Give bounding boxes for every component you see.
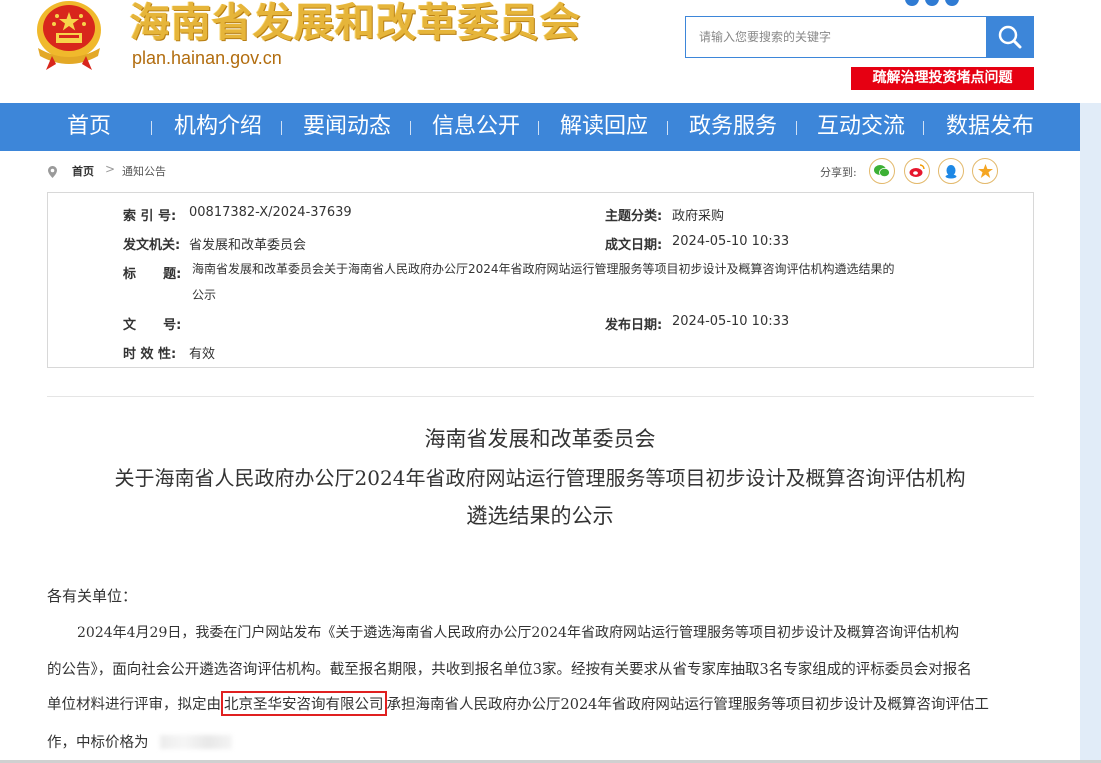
index-label: 索 引 号: bbox=[123, 209, 177, 224]
nav-item-disclosure[interactable]: 信息公开 bbox=[432, 103, 520, 151]
breadcrumb-home[interactable]: 首页 bbox=[72, 163, 94, 179]
site-title[interactable]: 海南省发展和改革委员会 bbox=[130, 0, 581, 46]
article-paragraph-line3: 单位材料进行评审，拟定由 北京圣华安咨询有限公司 承担海南省人民政府办公厅2024年… bbox=[47, 691, 989, 716]
nav-separator bbox=[667, 121, 668, 135]
nav-separator bbox=[538, 121, 539, 135]
nav-separator bbox=[796, 121, 797, 135]
topic-value: 政府采购 bbox=[672, 209, 725, 224]
site-header: 海南省发展和改革委员会 plan.hainan.gov.cn 疏解治理投资堵点问… bbox=[0, 0, 1101, 103]
breadcrumb-separator: > bbox=[105, 162, 116, 176]
promo-banner[interactable]: 疏解治理投资堵点问题 bbox=[851, 67, 1034, 90]
redacted-price bbox=[160, 735, 232, 749]
index-value: 00817382-X/2024-37639 bbox=[189, 205, 352, 220]
article-salutation: 各有关单位： bbox=[47, 587, 138, 605]
nav-item-news[interactable]: 要闻动态 bbox=[303, 103, 391, 151]
article-title-line3: 遴选结果的公示 bbox=[466, 504, 614, 528]
location-pin-icon bbox=[48, 166, 57, 178]
content-divider bbox=[47, 396, 1034, 397]
paragraph-text: 承担海南省人民政府办公厅2024年省政府网站运行管理服务等项目初步设计及概算咨询… bbox=[386, 697, 989, 713]
weibo-icon bbox=[909, 164, 925, 177]
title-value-line1: 海南省发展和改革委员会关于海南省人民政府办公厅2024年省政府网站运行管理服务等… bbox=[192, 262, 895, 276]
share-qzone-button[interactable] bbox=[972, 158, 998, 184]
search-button[interactable] bbox=[986, 16, 1034, 58]
globe-icon[interactable] bbox=[925, 0, 939, 6]
title-value-line2: 公示 bbox=[192, 288, 217, 302]
search-icon bbox=[998, 25, 1022, 49]
validity-label: 时 效 性: bbox=[123, 347, 177, 362]
article-paragraph-line1: 2024年4月29日，我委在门户网站发布《关于遴选海南省人民政府办公厅2024年… bbox=[77, 625, 959, 641]
nav-item-data[interactable]: 数据发布 bbox=[946, 103, 1034, 151]
nav-item-home[interactable]: 首页 bbox=[67, 103, 111, 151]
publish-date-label: 发布日期: bbox=[605, 318, 663, 333]
phone-icon[interactable] bbox=[945, 0, 959, 6]
title-label: 标 题: bbox=[123, 267, 182, 282]
topic-label: 主题分类: bbox=[605, 209, 663, 224]
national-emblem-icon bbox=[37, 1, 101, 70]
qq-icon bbox=[945, 164, 957, 178]
share-label: 分享到: bbox=[820, 166, 857, 179]
paragraph-text: 单位材料进行评审，拟定由 bbox=[47, 697, 221, 713]
nav-separator bbox=[281, 121, 282, 135]
nav-item-services[interactable]: 政务服务 bbox=[689, 103, 777, 151]
article-title-line1: 海南省发展和改革委员会 bbox=[424, 427, 656, 451]
breadcrumb-current[interactable]: 通知公告 bbox=[122, 163, 166, 179]
nav-separator bbox=[410, 121, 411, 135]
nav-item-interaction[interactable]: 互动交流 bbox=[817, 103, 905, 151]
date-label: 成文日期: bbox=[605, 238, 663, 253]
article-paragraph-line4: 作，中标价格为 bbox=[47, 735, 149, 751]
issuer-value: 省发展和改革委员会 bbox=[189, 238, 307, 253]
nav-separator bbox=[923, 121, 924, 135]
share-weibo-button[interactable] bbox=[904, 158, 930, 184]
article-title-line2: 关于海南省人民政府办公厅2024年省政府网站运行管理服务等项目初步设计及概算咨询… bbox=[114, 466, 966, 490]
nav-separator bbox=[151, 121, 152, 135]
issuer-label: 发文机关: bbox=[123, 238, 181, 253]
top-icon-group bbox=[905, 0, 959, 6]
article-paragraph-line2: 的公告》，面向社会公开遴选咨询评估机构。截至报名期限，共收到报名单位3家。经按有… bbox=[47, 662, 972, 678]
main-nav: 首页 机构介绍 要闻动态 信息公开 解读回应 政务服务 互动交流 数据发布 bbox=[0, 103, 1080, 151]
search-input[interactable] bbox=[686, 17, 987, 57]
validity-value: 有效 bbox=[189, 347, 216, 362]
docno-label: 文 号: bbox=[123, 318, 182, 333]
accessibility-icon[interactable] bbox=[905, 0, 919, 6]
share-qq-button[interactable] bbox=[938, 158, 964, 184]
publish-date-value: 2024-05-10 10:33 bbox=[672, 314, 790, 329]
nav-item-interpretation[interactable]: 解读回应 bbox=[560, 103, 648, 151]
share-wechat-button[interactable] bbox=[869, 158, 895, 184]
search-box bbox=[685, 16, 987, 58]
page-side-gutter bbox=[1080, 103, 1101, 763]
nav-item-about[interactable]: 机构介绍 bbox=[174, 103, 262, 151]
site-domain: plan.hainan.gov.cn bbox=[132, 48, 282, 68]
highlighted-company-name: 北京圣华安咨询有限公司 bbox=[221, 691, 387, 716]
qzone-icon bbox=[977, 164, 993, 178]
date-value: 2024-05-10 10:33 bbox=[672, 234, 790, 249]
wechat-icon bbox=[874, 165, 890, 178]
